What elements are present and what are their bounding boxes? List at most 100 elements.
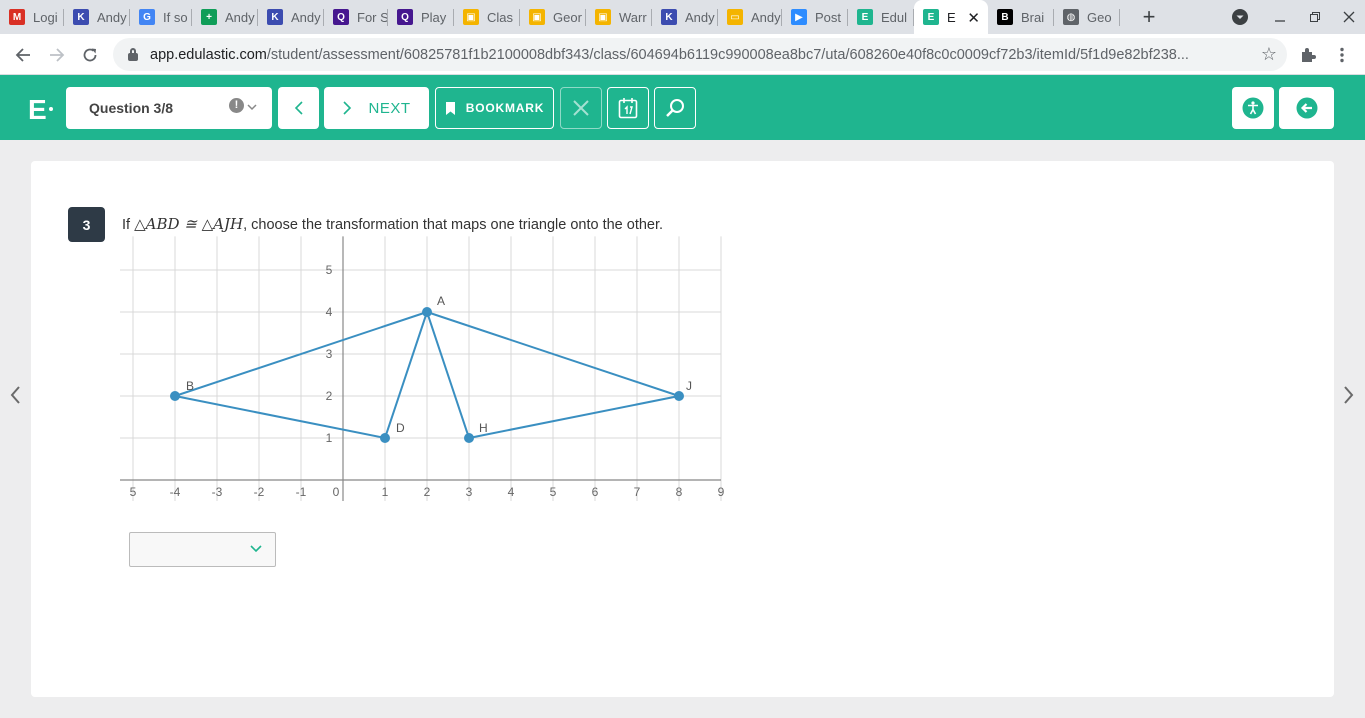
back-arrow-icon[interactable] [10,42,36,68]
logo-dot [49,107,53,111]
clear-answer-button[interactable] [560,87,602,129]
question-selector[interactable]: Question 3/8 ! [66,87,272,129]
tab-title: Andy [97,9,127,25]
edulastic-logo: E [28,94,47,125]
exit-test-button[interactable] [1279,87,1334,129]
tab-favicon-icon: ▭ [727,9,743,25]
browser-tab[interactable]: K Andy [64,0,130,34]
tab-favicon-icon: G [139,9,155,25]
tab-favicon-icon: E [923,9,939,25]
tab-title: Andy [225,9,255,25]
browser-tab[interactable]: ▶ Post [782,0,848,34]
bookmark-label: BOOKMARK [465,101,545,115]
accessibility-button[interactable] [1232,87,1274,129]
next-side-arrow-icon[interactable] [1342,384,1356,412]
tab-favicon-icon: ▣ [595,9,611,25]
tab-favicon-icon: Q [397,9,413,25]
point-label-j: J [686,379,692,393]
x-tick-label: 3 [466,485,473,499]
coordinate-graph: 5 -4 -3 -2 -1 0 1 2 3 4 5 6 7 8 9 1 2 3 4 5 A B D J H [120,236,725,501]
point-label-d: D [396,421,405,435]
browser-tab[interactable]: G If so [130,0,192,34]
bookmark-star-icon[interactable]: ☆ [1261,44,1277,65]
point-j [674,391,684,401]
x-tick-label: -1 [296,485,307,499]
tab-favicon-icon: ▣ [529,9,545,25]
y-tick-label: 1 [326,431,333,445]
tab-title: For S [357,9,388,25]
chevron-right-icon [343,101,352,115]
browser-tab[interactable]: Q Play [388,0,454,34]
close-tab-icon[interactable]: ✕ [967,9,980,27]
browser-tab[interactable]: E Edul [848,0,914,34]
minimize-icon[interactable] [1268,0,1292,34]
browser-tab[interactable]: ▭ Andy [718,0,782,34]
tab-favicon-icon: + [201,9,217,25]
browser-tab[interactable]: + Andy [192,0,258,34]
point-label-h: H [479,421,488,435]
previous-question-button[interactable] [278,87,319,129]
tab-favicon-icon: K [661,9,677,25]
search-icon [666,99,684,117]
scratchpad-button[interactable] [607,87,649,129]
tab-list: M Logi K Andy G If so + Andy K Andy Q For S Q Play ▣ Cl… [0,0,1120,34]
bookmark-button[interactable]: BOOKMARK [435,87,554,129]
tab-title: Geor [553,9,582,25]
y-tick-label: 2 [326,389,333,403]
magnifier-button[interactable] [654,87,696,129]
browser-tab[interactable]: K Andy [258,0,324,34]
y-tick-label: 5 [326,263,333,277]
browser-menu-icon[interactable] [1329,42,1355,68]
chevron-down-icon [249,541,263,558]
close-window-icon[interactable] [1337,0,1361,34]
point-label-a: A [437,294,445,308]
accessibility-icon [1242,97,1264,119]
exit-arrow-icon [1296,97,1317,119]
question-number-badge: 3 [68,207,105,242]
tab-title: Warr [619,9,647,25]
tab-favicon-icon: K [73,9,89,25]
x-tick-label: 5 [130,485,137,499]
reload-icon[interactable] [77,42,103,68]
answer-dropdown[interactable] [129,532,276,567]
browser-tab[interactable]: ▣ Warr [586,0,652,34]
browser-tab[interactable]: ◍ Geo [1054,0,1120,34]
x-tick-label: 6 [592,485,599,499]
forward-arrow-icon[interactable] [44,42,70,68]
x-tick-label: 8 [676,485,683,499]
x-tick-label: 4 [508,485,515,499]
calculator-icon [618,98,638,119]
browser-tab[interactable]: B Brai [988,0,1054,34]
assessment-header: E Question 3/8 ! NEXT BOOKMARK [0,75,1365,140]
browser-tab[interactable]: K Andy [652,0,718,34]
tab-favicon-icon: ◍ [1063,9,1079,25]
tab-favicon-icon: ▣ [463,9,479,25]
tab-title: If so [163,9,188,25]
tab-favicon-icon: Q [333,9,349,25]
lock-icon [128,47,138,61]
browser-toolbar: app.edulastic.com/student/assessment/608… [0,34,1365,75]
x-tick-label: 5 [550,485,557,499]
browser-tab[interactable]: Q For S [324,0,388,34]
tab-title: Post [815,9,842,25]
tab-separator [1119,9,1120,26]
tab-favicon-icon: E [857,9,873,25]
browser-tab[interactable]: ▣ Geor [520,0,586,34]
extensions-icon[interactable] [1295,42,1321,68]
x-tick-label: 1 [382,485,389,499]
next-question-button[interactable]: NEXT [324,87,429,129]
chevron-down-icon [246,97,258,116]
address-bar[interactable]: app.edulastic.com/student/assessment/608… [113,38,1287,71]
new-tab-button[interactable]: + [1134,2,1164,32]
restore-icon[interactable] [1303,0,1327,34]
prev-side-arrow-icon[interactable] [8,384,22,412]
point-h [464,433,474,443]
browser-tab[interactable]: M Logi [0,0,64,34]
browser-tab[interactable]: E E ✕ [914,0,988,34]
tab-favicon-icon: K [267,9,283,25]
x-tick-label: 0 [333,485,340,499]
close-icon [573,100,589,116]
tab-search-icon[interactable] [1228,0,1252,34]
browser-tab[interactable]: ▣ Clas [454,0,520,34]
tab-favicon-icon: B [997,9,1013,25]
